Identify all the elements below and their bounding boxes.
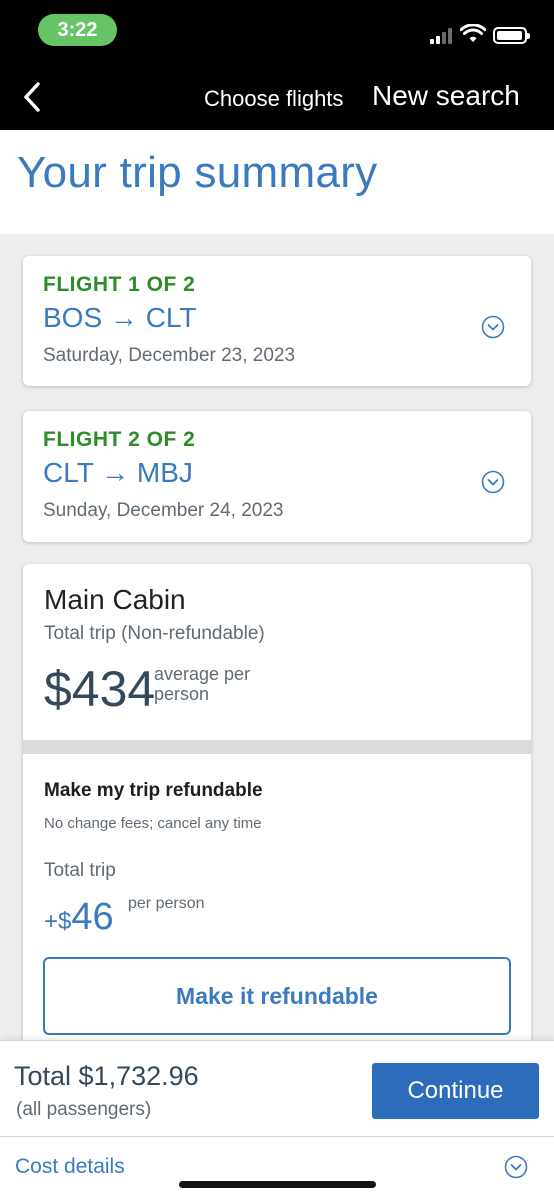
battery-icon [493, 27, 530, 44]
continue-button[interactable]: Continue [372, 1063, 539, 1119]
make-refundable-button[interactable]: Make it refundable [43, 957, 511, 1035]
divider [0, 1136, 554, 1137]
checkout-bar: Total $1,732.96 (all passengers) Continu… [0, 1040, 554, 1200]
back-arrow-icon[interactable] [18, 78, 48, 116]
flight-date: Saturday, December 23, 2023 [43, 345, 296, 366]
wifi-icon [460, 24, 486, 42]
refund-subtitle: No change fees; cancel any time [44, 815, 262, 832]
fare-card: Main Cabin Total trip (Non-refundable) $… [23, 564, 531, 1054]
home-indicator[interactable] [179, 1181, 376, 1188]
fare-price: $434 [44, 661, 156, 717]
page-title: Your trip summary [17, 148, 378, 197]
refund-price-value: 46 [71, 896, 114, 938]
status-time: 3:22 [38, 14, 117, 46]
total-price: Total $1,732.96 [14, 1061, 199, 1091]
cabin-name: Main Cabin [44, 584, 186, 615]
flight-card-1[interactable]: FLIGHT 1 OF 2 BOS → CLT Saturday, Decemb… [23, 256, 531, 386]
app-header: 3:22 Choose flights New search [0, 0, 554, 130]
cost-details-link[interactable]: Cost details [15, 1155, 125, 1179]
chevron-down-icon[interactable] [481, 315, 505, 339]
cabin-subtitle: Total trip (Non-refundable) [44, 623, 265, 644]
flight-heading: FLIGHT 1 OF 2 [43, 273, 196, 296]
refund-total-label: Total trip [44, 860, 116, 881]
section-divider [23, 740, 531, 754]
flight-card-2[interactable]: FLIGHT 2 OF 2 CLT → MBJ Sunday, December… [23, 411, 531, 542]
refund-price-note: per person [128, 895, 205, 912]
new-search-link[interactable]: New search [372, 80, 520, 112]
flight-date: Sunday, December 24, 2023 [43, 500, 284, 521]
chevron-down-icon[interactable] [504, 1155, 528, 1179]
fare-price-note: average per person [154, 664, 251, 704]
flight-route: CLT → MBJ [43, 457, 193, 488]
refund-price-prefix: +$ [44, 908, 72, 935]
refund-title: Make my trip refundable [44, 780, 263, 801]
flight-route: BOS → CLT [43, 302, 197, 333]
total-price-note: (all passengers) [16, 1099, 152, 1120]
refund-price: +$46 [44, 896, 114, 939]
flight-heading: FLIGHT 2 OF 2 [43, 428, 196, 451]
cellular-signal-icon [430, 28, 456, 44]
chevron-down-icon[interactable] [481, 470, 505, 494]
choose-flights-link[interactable]: Choose flights [204, 86, 343, 112]
